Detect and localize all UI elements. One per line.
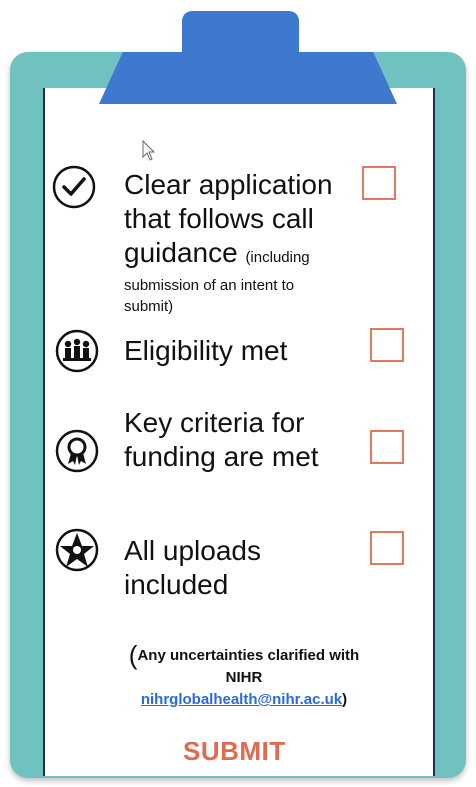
item-title-line: included [124,569,229,600]
close-paren: ) [342,691,348,708]
award-ribbon-icon [55,429,99,473]
uncertainties-note: (Any uncertainties clarified with NIHR n… [84,642,404,711]
item-title-line: All uploads [124,535,261,566]
note-line: Any uncertainties clarified with [137,647,360,664]
item-title-line: funding are met [124,441,319,472]
item-title-line: Clear application [124,169,333,200]
checklist-item-criteria: Key criteria for funding are met [124,406,319,474]
clipboard-clip-top [182,11,299,81]
item-note: (including [245,249,310,266]
people-icon [55,329,99,373]
checkbox-application[interactable] [362,166,396,200]
contact-email-link[interactable]: nihrglobalhealth@nihr.ac.uk [141,691,342,708]
item-note: submit) [124,298,174,315]
network-star-icon [55,528,99,572]
mouse-cursor-icon [142,140,156,161]
checkmark-icon [52,165,96,209]
checklist-clipboard: Clear application that follows call guid… [0,0,476,787]
checkbox-criteria[interactable] [370,430,404,464]
item-title-line: Eligibility met [124,335,288,366]
item-title-line: guidance [124,237,238,268]
item-title-line: Key criteria for [124,407,305,438]
submit-button[interactable]: SUBMIT [183,736,286,767]
item-note: submission of an intent to [124,277,295,294]
checkbox-uploads[interactable] [370,531,404,565]
note-line: NIHR [225,669,263,686]
checklist-item-eligibility: Eligibility met [124,334,287,368]
checkbox-eligibility[interactable] [370,328,404,362]
item-title-line: that follows call [124,203,314,234]
checklist-item-application: Clear application that follows call guid… [124,168,333,317]
checklist-item-uploads: All uploads included [124,534,261,602]
